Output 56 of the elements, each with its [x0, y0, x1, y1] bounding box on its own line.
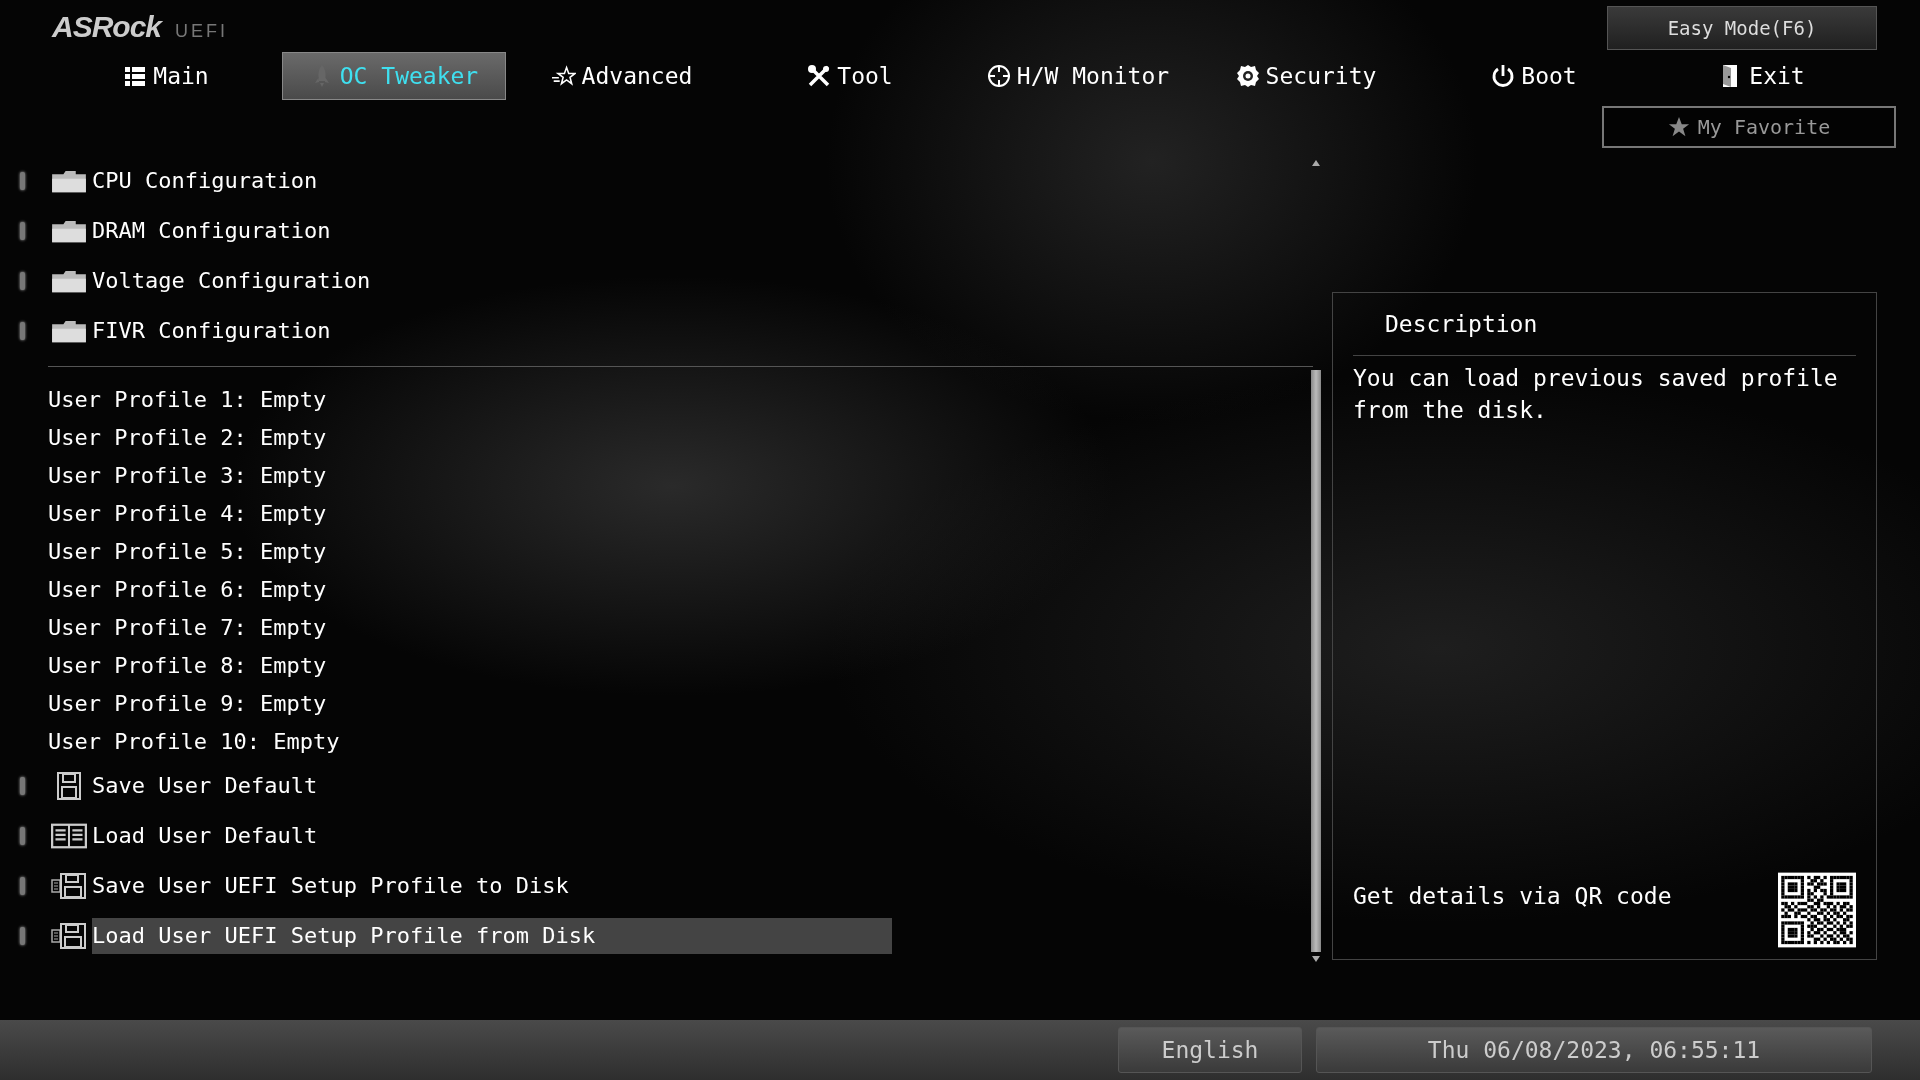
menu-item[interactable]: User Profile 5: Empty: [48, 534, 327, 570]
item-marker: [20, 877, 25, 895]
language-button[interactable]: English: [1118, 1027, 1302, 1073]
list-icon: [123, 64, 148, 88]
scroll-down-icon[interactable]: [1311, 955, 1321, 963]
nav-tab[interactable]: Advanced: [508, 52, 736, 100]
usb-floppy-icon: [51, 872, 87, 900]
nav-tab[interactable]: H/W Monitor: [964, 52, 1192, 100]
item-marker: [20, 222, 25, 240]
item-marker: [20, 927, 25, 945]
description-title: Description: [1384, 310, 1539, 339]
scroll-up-icon[interactable]: [1311, 159, 1321, 167]
menu-item[interactable]: Save User Default: [92, 768, 318, 804]
item-marker: [20, 827, 25, 845]
badge-icon: [1235, 64, 1260, 88]
menu-item[interactable]: User Profile 10: Empty: [48, 724, 340, 760]
menu-item[interactable]: Load User UEFI Setup Profile from Disk: [92, 918, 892, 954]
easy-mode-button[interactable]: Easy Mode(F6): [1607, 6, 1877, 50]
menu-item[interactable]: User Profile 8: Empty: [48, 648, 327, 684]
usb-floppy-icon: [51, 922, 87, 950]
menu-item[interactable]: Voltage Configuration: [92, 263, 371, 299]
menu-item[interactable]: Save User UEFI Setup Profile to Disk: [92, 868, 569, 904]
menu-item[interactable]: User Profile 6: Empty: [48, 572, 327, 608]
brand-logo: ASRock: [52, 10, 162, 44]
qr-caption: Get details via QR code: [1353, 883, 1672, 909]
nav-tab[interactable]: Main: [52, 52, 280, 100]
nav-tab[interactable]: Boot: [1420, 52, 1648, 100]
tools-icon: [807, 64, 832, 88]
nav-tab[interactable]: Exit: [1648, 52, 1876, 100]
item-marker: [20, 272, 25, 290]
menu-item[interactable]: User Profile 9: Empty: [48, 686, 327, 722]
description-text: You can load previous saved profile from the disk.: [1353, 364, 1839, 425]
item-marker: [20, 322, 25, 340]
nav-tab[interactable]: Tool: [736, 52, 964, 100]
menu-item[interactable]: User Profile 4: Empty: [48, 496, 327, 532]
menu-item[interactable]: User Profile 2: Empty: [48, 420, 327, 456]
crosshair-icon: [986, 64, 1011, 88]
menu-item[interactable]: User Profile 7: Empty: [48, 610, 327, 646]
my-favorite-button[interactable]: My Favorite: [1602, 106, 1896, 148]
menu-item[interactable]: User Profile 3: Empty: [48, 458, 327, 494]
nav-tab[interactable]: OC Tweaker: [282, 52, 506, 100]
item-marker: [20, 172, 25, 190]
item-marker: [20, 777, 25, 795]
menu-item[interactable]: CPU Configuration: [92, 163, 318, 199]
star-icon: [551, 64, 576, 88]
power-icon: [1491, 64, 1516, 88]
scrollbar-thumb[interactable]: [1311, 370, 1321, 952]
nav-tab[interactable]: Security: [1192, 52, 1420, 100]
menu-item[interactable]: User Profile 1: Empty: [48, 382, 327, 418]
book-icon: [51, 822, 87, 850]
star-icon: [1667, 116, 1690, 138]
date-time-display: Thu 06/08/2023, 06:55:11: [1316, 1027, 1872, 1073]
menu-item[interactable]: Load User Default: [92, 818, 318, 854]
uefi-label: UEFI: [175, 21, 229, 42]
menu-item[interactable]: DRAM Configuration: [92, 213, 331, 249]
menu-item[interactable]: FIVR Configuration: [92, 313, 331, 349]
